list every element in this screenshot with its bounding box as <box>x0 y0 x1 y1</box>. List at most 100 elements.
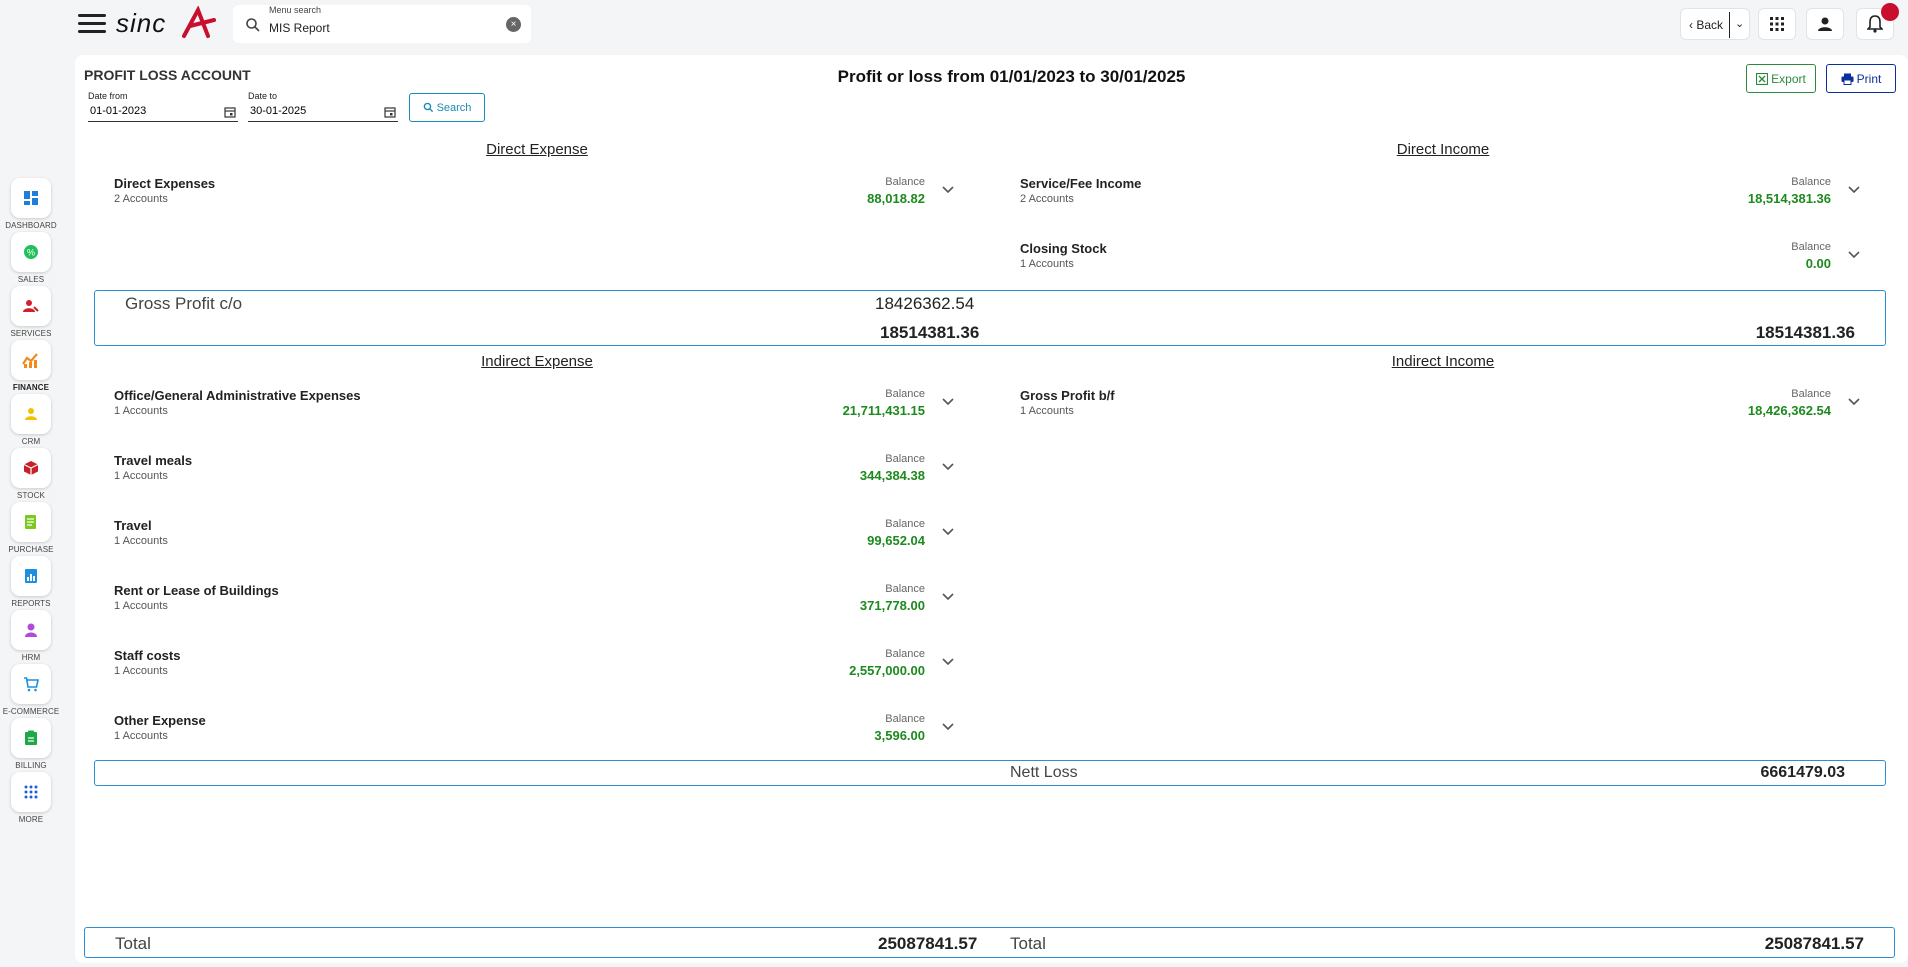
account-count: 1 Accounts <box>114 470 168 482</box>
balance-value: 0.00 <box>1805 256 1831 271</box>
section-indirect-income: Indirect Income <box>1391 353 1495 370</box>
date-to-label: Date to <box>248 91 278 101</box>
account-name: Office/General Administrative Expenses <box>114 388 361 403</box>
chevron-down-icon[interactable]: ⌄ <box>1735 17 1744 30</box>
chevron-down-icon[interactable] <box>1847 247 1861 261</box>
account-count: 1 Accounts <box>114 730 168 742</box>
apps-grid-icon <box>1770 17 1784 31</box>
account-count: 2 Accounts <box>114 193 168 205</box>
account-count: 1 Accounts <box>1020 258 1074 270</box>
sidebar-item-sales[interactable]: % SALES <box>10 232 52 284</box>
export-button-label: Export <box>1771 71 1806 86</box>
date-to-input[interactable] <box>248 101 398 122</box>
account-name: Other Expense <box>114 713 206 728</box>
sidebar-item-more[interactable]: MORE <box>10 772 52 824</box>
sidebar-item-crm[interactable]: CRM <box>10 394 52 446</box>
chevron-down-icon[interactable] <box>941 182 955 196</box>
gross-profit-box: Gross Profit c/o 18426362.54 18514381.36… <box>94 290 1886 346</box>
account-count: 1 Accounts <box>1020 405 1074 417</box>
sidebar-item-ecommerce[interactable]: E-COMMERCE <box>3 664 59 716</box>
date-to-field[interactable]: Date to <box>248 91 398 122</box>
calendar-icon[interactable] <box>224 106 236 118</box>
sidebar-item-label: MORE <box>18 815 44 824</box>
chevron-down-icon[interactable] <box>941 589 955 603</box>
balance-label: Balance <box>885 518 925 530</box>
notifications-button[interactable] <box>1856 3 1899 40</box>
sidebar-item-billing[interactable]: BILLING <box>10 718 52 770</box>
menu-icon[interactable] <box>78 14 106 34</box>
totals-box: Total 25087841.57 Total 25087841.57 <box>84 927 1895 958</box>
sidebar-item-stock[interactable]: STOCK <box>10 448 52 500</box>
account-row-travel-meals[interactable]: Travel meals 1 Accounts Balance 344,384.… <box>114 453 955 493</box>
account-name: Closing Stock <box>1020 241 1107 256</box>
sidebar-item-finance[interactable]: FINANCE <box>10 340 52 392</box>
date-from-label: Date from <box>88 91 128 101</box>
main-panel: PROFIT LOSS ACCOUNT Profit or loss from … <box>75 55 1908 963</box>
sidebar-item-dashboard[interactable]: DASHBOARD <box>5 178 57 230</box>
svg-text:sinc: sinc <box>116 8 166 38</box>
chevron-down-icon[interactable] <box>941 394 955 408</box>
print-button[interactable]: Print <box>1826 64 1896 93</box>
balance-label: Balance <box>885 583 925 595</box>
apps-grid-button[interactable] <box>1758 8 1796 40</box>
account-row-service-fee-income[interactable]: Service/Fee Income 2 Accounts Balance 18… <box>1020 176 1861 216</box>
sales-icon: % <box>24 245 38 259</box>
chevron-down-icon[interactable] <box>941 524 955 538</box>
balance-value: 3,596.00 <box>874 728 925 743</box>
services-icon <box>23 300 39 312</box>
menu-search[interactable]: Menu search × <box>233 5 531 43</box>
chevron-down-icon[interactable] <box>941 459 955 473</box>
account-name: Rent or Lease of Buildings <box>114 583 279 598</box>
menu-search-label: Menu search <box>269 5 322 15</box>
balance-value: 99,652.04 <box>867 533 925 548</box>
account-row-travel[interactable]: Travel 1 Accounts Balance 99,652.04 <box>114 518 955 558</box>
account-name: Direct Expenses <box>114 176 216 191</box>
sidebar-item-label: SALES <box>17 275 45 284</box>
clear-search-icon[interactable]: × <box>506 17 521 32</box>
account-row-office-general-admin[interactable]: Office/General Administrative Expenses 1… <box>114 388 955 428</box>
chevron-down-icon[interactable] <box>1847 394 1861 408</box>
ecommerce-icon <box>24 677 39 692</box>
chevron-down-icon[interactable] <box>1847 182 1861 196</box>
account-name: Service/Fee Income <box>1020 176 1142 191</box>
balance-value: 21,711,431.15 <box>842 403 925 418</box>
account-row-gross-profit-bf[interactable]: Gross Profit b/f 1 Accounts Balance 18,4… <box>1020 388 1861 428</box>
balance-label: Balance <box>1791 241 1831 253</box>
account-row-closing-stock[interactable]: Closing Stock 1 Accounts Balance 0.00 <box>1020 241 1861 281</box>
balance-value: 344,384.38 <box>859 468 925 483</box>
stock-icon <box>23 461 39 475</box>
sidebar-item-label: PURCHASE <box>8 545 54 554</box>
account-row-direct-expenses[interactable]: Direct Expenses 2 Accounts Balance 88,01… <box>114 176 955 216</box>
sidebar-item-hrm[interactable]: HRM <box>10 610 52 662</box>
finance-icon <box>22 353 38 368</box>
notification-badge <box>1881 3 1899 21</box>
sidebar-item-label: CRM <box>21 437 41 446</box>
section-indirect-expense: Indirect Expense <box>481 353 593 370</box>
date-from-field[interactable]: Date from <box>88 91 238 122</box>
nett-loss-value: 6661479.03 <box>1760 764 1845 781</box>
calendar-icon[interactable] <box>384 106 396 118</box>
account-row-staff-costs[interactable]: Staff costs 1 Accounts Balance 2,557,000… <box>114 648 955 688</box>
gross-profit-value: 18426362.54 <box>875 294 975 313</box>
sidebar-item-reports[interactable]: REPORTS <box>10 556 52 608</box>
balance-label: Balance <box>1791 176 1831 188</box>
search-button[interactable]: Search <box>409 93 485 122</box>
account-row-rent-lease[interactable]: Rent or Lease of Buildings 1 Accounts Ba… <box>114 583 955 623</box>
nett-loss-box: Nett Loss 6661479.03 <box>94 760 1886 786</box>
menu-search-input[interactable] <box>269 18 489 38</box>
sidebar-item-services[interactable]: SERVICES <box>10 286 52 338</box>
search-icon <box>423 102 433 113</box>
balance-value: 88,018.82 <box>867 191 925 206</box>
back-button[interactable]: ‹ Back ⌄ <box>1680 8 1750 40</box>
nett-loss-label: Nett Loss <box>1010 764 1078 781</box>
account-name: Gross Profit b/f <box>1020 388 1115 403</box>
account-row-other-expense[interactable]: Other Expense 1 Accounts Balance 3,596.0… <box>114 713 955 753</box>
print-button-label: Print <box>1856 71 1882 86</box>
account-count: 1 Accounts <box>114 535 168 547</box>
chevron-down-icon[interactable] <box>941 654 955 668</box>
user-profile-button[interactable] <box>1806 8 1844 40</box>
chevron-down-icon[interactable] <box>941 719 955 733</box>
sidebar-item-purchase[interactable]: PURCHASE <box>8 502 54 554</box>
export-button[interactable]: Export <box>1746 64 1816 93</box>
date-from-input[interactable] <box>88 101 238 122</box>
